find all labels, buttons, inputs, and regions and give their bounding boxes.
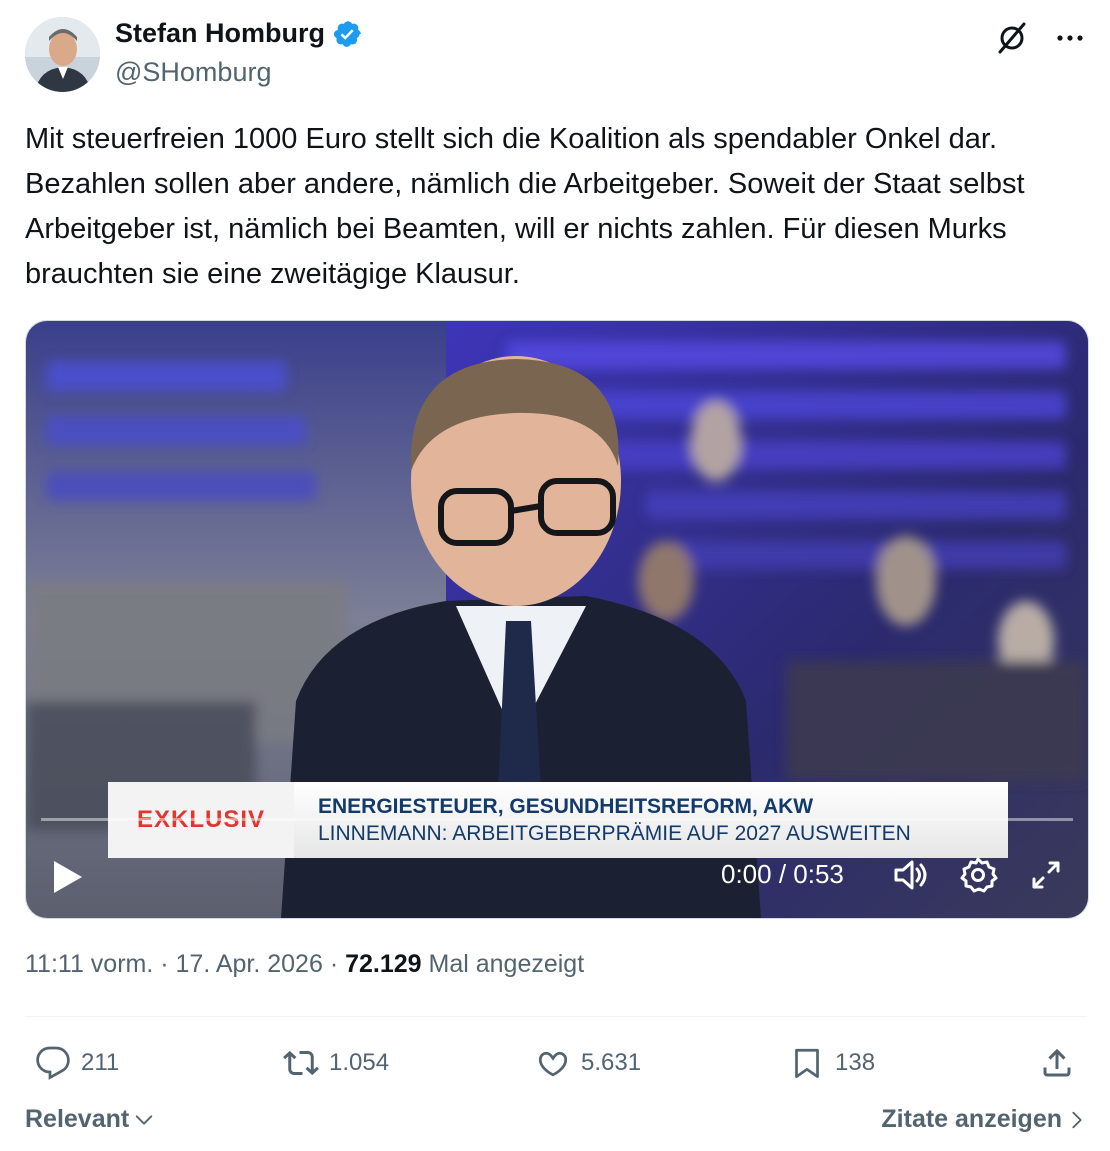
view-count-label: Mal angezeigt xyxy=(421,950,585,978)
author-name[interactable]: Stefan Homburg xyxy=(115,18,325,49)
chevron-down-icon xyxy=(135,1114,153,1125)
share-icon xyxy=(1043,1048,1071,1077)
like-button[interactable]: 5.631 xyxy=(535,1040,641,1086)
settings-gear-icon[interactable] xyxy=(958,855,998,895)
video-player[interactable]: EXKLUSIV ENERGIESTEUER, GESUNDHEITSREFOR… xyxy=(25,320,1089,919)
header-actions xyxy=(994,20,1088,56)
play-icon[interactable] xyxy=(48,855,88,899)
fullscreen-icon[interactable] xyxy=(1026,855,1066,895)
tweet-time[interactable]: 11:11 vorm. xyxy=(25,950,153,978)
lower-third-subline: LINNEMANN: ARBEITGEBERPRÄMIE AUF 2027 AU… xyxy=(318,821,911,845)
repost-button[interactable]: 1.054 xyxy=(283,1040,389,1086)
more-icon[interactable] xyxy=(1052,20,1088,56)
avatar-image xyxy=(25,17,100,92)
bookmark-button[interactable]: 138 xyxy=(789,1040,875,1086)
reply-icon xyxy=(36,1046,70,1080)
meta-separator: · xyxy=(322,950,346,978)
heart-icon xyxy=(538,1051,568,1077)
repost-icon xyxy=(283,1050,319,1076)
repost-count: 1.054 xyxy=(329,1049,390,1076)
verified-badge-icon xyxy=(333,20,361,47)
avatar[interactable] xyxy=(25,17,100,92)
video-time: 0:00 / 0:53 xyxy=(721,859,844,889)
bookmark-icon xyxy=(795,1048,819,1078)
bookmark-count: 138 xyxy=(835,1049,876,1076)
tweet-meta: 11:11 vorm. · 17. Apr. 2026 · 72.129 Mal… xyxy=(25,950,584,979)
like-count: 5.631 xyxy=(581,1049,642,1076)
sort-dropdown[interactable]: Relevant xyxy=(25,1105,155,1134)
quotes-label: Zitate anzeigen xyxy=(881,1105,1062,1133)
share-button[interactable] xyxy=(1039,1040,1075,1086)
video-progress-bar[interactable] xyxy=(41,818,1073,821)
reply-button[interactable]: 211 xyxy=(35,1040,119,1086)
divider xyxy=(25,1016,1087,1017)
view-quotes-link[interactable]: Zitate anzeigen xyxy=(881,1105,1086,1134)
grok-icon[interactable] xyxy=(994,20,1030,56)
tweet-date[interactable]: 17. Apr. 2026 xyxy=(176,950,323,978)
volume-icon[interactable] xyxy=(891,855,931,895)
lower-third-headline: ENERGIESTEUER, GESUNDHEITSREFORM, AKW xyxy=(318,794,814,818)
author-name-row[interactable]: Stefan Homburg xyxy=(115,18,363,49)
reply-count: 211 xyxy=(81,1049,120,1076)
sort-label: Relevant xyxy=(25,1105,130,1133)
author-handle[interactable]: @SHomburg xyxy=(115,57,271,88)
action-bar: 211 1.054 5.631 138 xyxy=(25,1040,1087,1086)
meta-separator: · xyxy=(153,950,176,978)
chevron-right-icon xyxy=(1072,1111,1082,1128)
tweet-text: Mit steuerfreien 1000 Euro stellt sich d… xyxy=(25,123,1031,290)
view-count: 72.129 xyxy=(345,950,422,978)
